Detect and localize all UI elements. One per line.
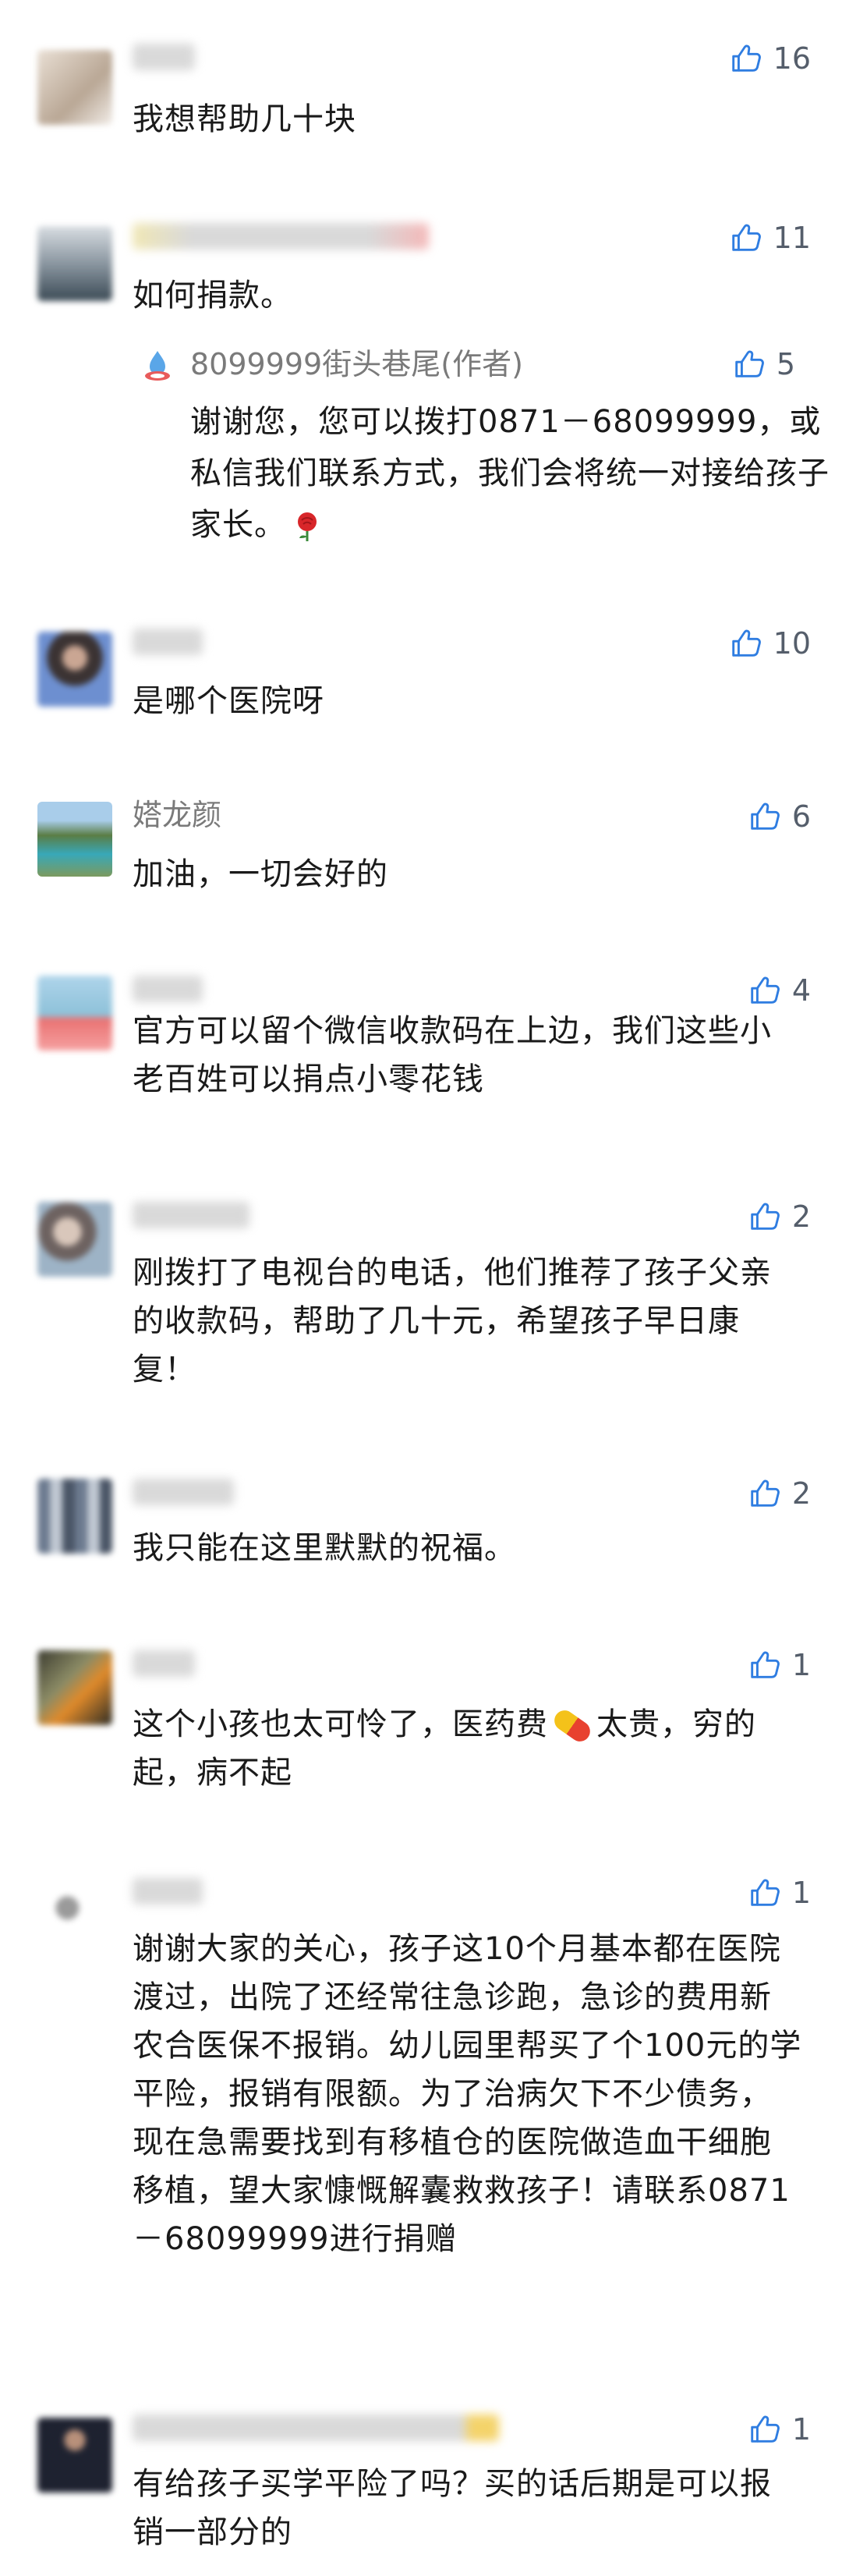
- comment-text: 刚拨打了电视台的电话，他们推荐了孩子父亲的收款码，帮助了几十元，希望孩子早日康复…: [133, 1255, 772, 1387]
- comment-item: 16 我想帮助几十块: [0, 39, 842, 164]
- comment-text: 是哪个医院呀: [133, 683, 324, 719]
- like-count: 1: [791, 1648, 811, 1682]
- avatar[interactable]: [37, 2418, 112, 2493]
- like-button[interactable]: 2: [747, 1197, 811, 1236]
- comment-text-part: 这个小孩也太可怜了，医药费: [133, 1706, 548, 1742]
- comment-text: 官方可以留个微信收款码在上边，我们这些小老百姓可以捐点小零花钱: [133, 1013, 772, 1097]
- like-button[interactable]: 1: [747, 1873, 811, 1912]
- like-button[interactable]: 1: [747, 2410, 811, 2449]
- like-button[interactable]: 1: [747, 1646, 811, 1685]
- comment-item: 1 这个小孩也太可怜了，医药费 太贵，穷的起，病不起: [0, 1646, 842, 1817]
- rose-icon: [298, 512, 317, 541]
- username-blurred[interactable]: [133, 629, 203, 655]
- comment-text: 如何捐款。: [133, 278, 292, 314]
- like-count: 5: [776, 347, 795, 381]
- like-count: 1: [791, 2412, 811, 2447]
- username-blurred[interactable]: [133, 1878, 203, 1905]
- comment-item: 2 我只能在这里默默的祝福。: [0, 1474, 842, 1599]
- like-count: 11: [773, 221, 811, 255]
- comment-item: 1 有给孩子买学平险了吗？买的话后期是可以报销一部分的: [0, 2410, 842, 2574]
- avatar[interactable]: [37, 976, 112, 1051]
- avatar[interactable]: [37, 1479, 112, 1554]
- reply-text-content: 谢谢您，您可以拨打0871－68099999，或私信我们联系方式，我们会将统一对…: [190, 404, 830, 543]
- thumbs-up-icon: [731, 346, 767, 382]
- avatar[interactable]: [37, 226, 112, 301]
- comment-text: 谢谢大家的关心，孩子这10个月基本都在医院渡过，出院了还经常往急诊跑，急诊的费用…: [133, 1931, 802, 2257]
- like-count: 2: [791, 1476, 811, 1511]
- like-count: 2: [791, 1199, 811, 1234]
- avatar[interactable]: [37, 1202, 112, 1277]
- thumbs-up-icon: [747, 1199, 783, 1235]
- like-button[interactable]: 16: [728, 39, 811, 78]
- username-blurred[interactable]: [133, 44, 195, 70]
- pill-icon: [550, 1706, 594, 1745]
- comment-item: 4 官方可以留个微信收款码在上边，我们这些小老百姓可以捐点小零花钱: [0, 971, 842, 1143]
- like-count: 16: [773, 41, 811, 76]
- comment-item: 2 刚拨打了电视台的电话，他们推荐了孩子父亲的收款码，帮助了几十元，希望孩子早日…: [0, 1197, 842, 1423]
- thumbs-up-icon: [728, 625, 764, 661]
- comment-text: 我想帮助几十块: [133, 101, 356, 137]
- author-reply: 8099999街头巷尾(作者) 5 谢谢您，您可以拨打0871－68099999…: [133, 345, 834, 579]
- username-blurred[interactable]: [133, 1479, 234, 1505]
- reply-author[interactable]: 8099999街头巷尾(作者): [190, 345, 523, 384]
- avatar[interactable]: [37, 632, 112, 707]
- username-blurred[interactable]: [133, 976, 203, 1002]
- like-count: 10: [773, 626, 811, 661]
- avatar[interactable]: [37, 802, 112, 877]
- reply-text: 谢谢您，您可以拨打0871－68099999，或私信我们联系方式，我们会将统一对…: [190, 396, 830, 551]
- comment-item: 㜓龙颜 6 加油，一切会好的: [0, 797, 842, 922]
- comment-text: 有给孩子买学平险了吗？买的话后期是可以报销一部分的: [133, 2466, 772, 2550]
- thumbs-up-icon: [747, 1875, 783, 1911]
- thumbs-up-icon: [747, 799, 783, 834]
- like-button[interactable]: 5: [731, 345, 795, 384]
- comment-text: 加油，一切会好的: [133, 856, 388, 892]
- thumbs-up-icon: [728, 220, 764, 256]
- thumbs-up-icon: [747, 2411, 783, 2447]
- like-button[interactable]: 4: [747, 971, 811, 1010]
- avatar[interactable]: [37, 1650, 112, 1725]
- like-button[interactable]: 6: [747, 797, 811, 836]
- username-blurred[interactable]: [133, 1202, 249, 1228]
- like-button[interactable]: 10: [728, 624, 811, 663]
- comment-item: 1 谢谢大家的关心，孩子这10个月基本都在医院渡过，出院了还经常往急诊跑，急诊的…: [0, 1873, 842, 2326]
- comment-item: 11 如何捐款。 8099999街头巷尾(作者) 5 谢谢您，您可以拨打0871…: [0, 218, 842, 601]
- like-count: 1: [791, 1876, 811, 1910]
- nickname[interactable]: 㜓龙颜: [133, 797, 221, 833]
- username-blurred[interactable]: [133, 1650, 195, 1677]
- thumbs-up-icon: [747, 1476, 783, 1511]
- avatar[interactable]: [37, 1878, 112, 1953]
- username-blurred[interactable]: [133, 223, 429, 250]
- thumbs-up-icon: [747, 973, 783, 1008]
- comment-text: 我只能在这里默默的祝福。: [133, 1530, 516, 1566]
- like-count: 4: [791, 973, 811, 1008]
- avatar[interactable]: [37, 50, 112, 125]
- thumbs-up-icon: [728, 41, 764, 76]
- like-button[interactable]: 2: [747, 1474, 811, 1513]
- thumbs-up-icon: [747, 1647, 783, 1683]
- username-blurred[interactable]: [133, 2415, 499, 2441]
- water-drop-logo-icon: [145, 351, 170, 381]
- like-count: 6: [791, 799, 811, 834]
- comment-text: 这个小孩也太可怜了，医药费 太贵，穷的起，病不起: [133, 1700, 803, 1797]
- like-button[interactable]: 11: [728, 218, 811, 257]
- comment-item: 10 是哪个医院呀: [0, 624, 842, 749]
